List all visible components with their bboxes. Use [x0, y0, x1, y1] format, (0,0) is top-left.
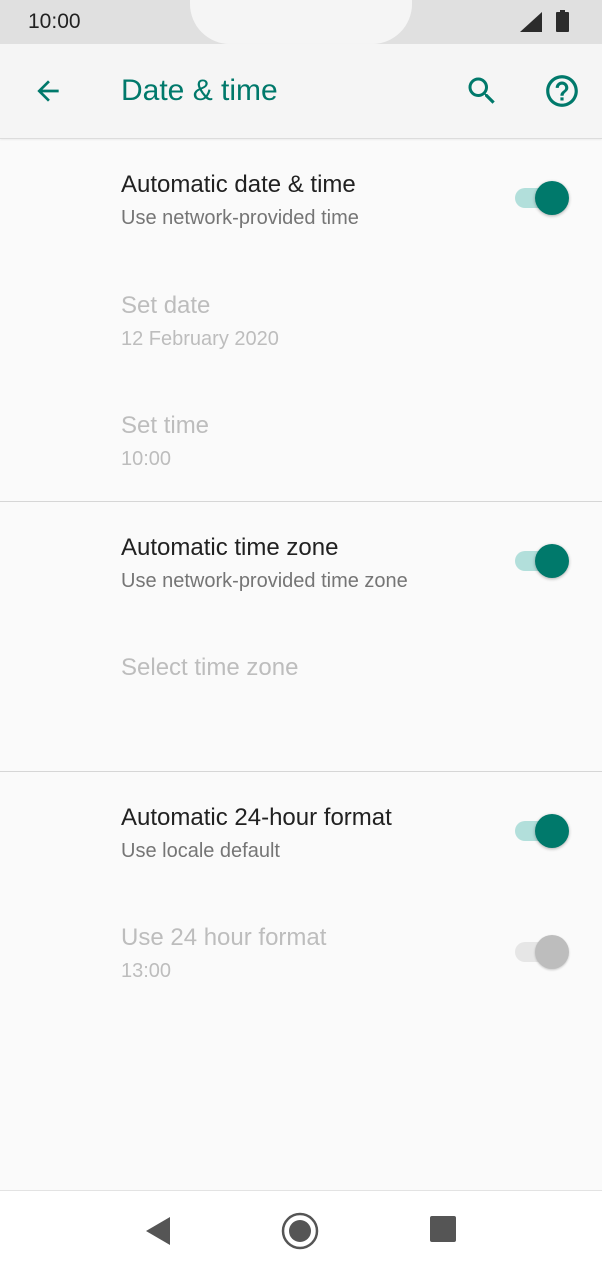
status-bar: 10:00 [0, 0, 602, 44]
switch-thumb [535, 181, 569, 215]
use-24-hour-format-switch[interactable] [515, 935, 571, 969]
pref-title: Set date [121, 292, 211, 319]
pref-title: Automatic date & time [121, 171, 356, 198]
battery-icon [556, 10, 569, 32]
switch-thumb [535, 935, 569, 969]
pref-title: Select time zone [121, 654, 299, 681]
pref-title: Set time [121, 412, 210, 439]
nav-back-icon[interactable] [144, 1215, 174, 1247]
pref-set-date[interactable]: Set date 12 February 2020 [0, 260, 602, 380]
pref-set-time[interactable]: Set time 10:00 [0, 380, 602, 500]
pref-title: Use 24 hour format [121, 924, 327, 951]
pref-summary: Use locale default [121, 840, 280, 862]
pref-automatic-24-hour-format[interactable]: Automatic 24-hour format Use locale defa… [0, 772, 602, 892]
automatic-24-hour-format-switch[interactable] [515, 814, 571, 848]
nav-recents-icon[interactable] [430, 1216, 456, 1242]
help-button[interactable] [538, 66, 586, 116]
automatic-date-time-switch[interactable] [515, 181, 571, 215]
automatic-time-zone-switch[interactable] [515, 544, 571, 578]
pref-use-24-hour-format[interactable]: Use 24 hour format 13:00 [0, 892, 602, 1012]
pref-summary: 12 February 2020 [121, 328, 279, 350]
pref-summary: Use network-provided time zone [121, 570, 408, 592]
pref-summary: Use network-provided time [121, 207, 359, 229]
display-notch [190, 0, 412, 44]
nav-home-icon[interactable] [280, 1211, 320, 1251]
pref-summary: 10:00 [121, 448, 172, 470]
pref-automatic-time-zone[interactable]: Automatic time zone Use network-provided… [0, 502, 602, 622]
signal-icon [520, 12, 542, 32]
pref-title: Automatic time zone [121, 534, 339, 561]
switch-thumb [535, 814, 569, 848]
search-icon [468, 77, 495, 104]
pref-title: Automatic 24-hour format [121, 804, 392, 831]
help-icon [546, 75, 578, 107]
switch-thumb [535, 544, 569, 578]
pref-select-time-zone[interactable]: Select time zone [0, 622, 602, 722]
pref-automatic-date-time[interactable]: Automatic date & time Use network-provid… [0, 139, 602, 259]
search-button[interactable] [458, 66, 506, 116]
pref-summary: 13:00 [121, 960, 172, 982]
back-arrow-icon [37, 80, 59, 102]
navigation-bar [0, 1190, 602, 1271]
app-bar: Date & time [0, 44, 602, 139]
status-time: 10:00 [28, 10, 81, 33]
page-title: Date & time [121, 74, 278, 107]
back-button[interactable] [26, 66, 70, 116]
